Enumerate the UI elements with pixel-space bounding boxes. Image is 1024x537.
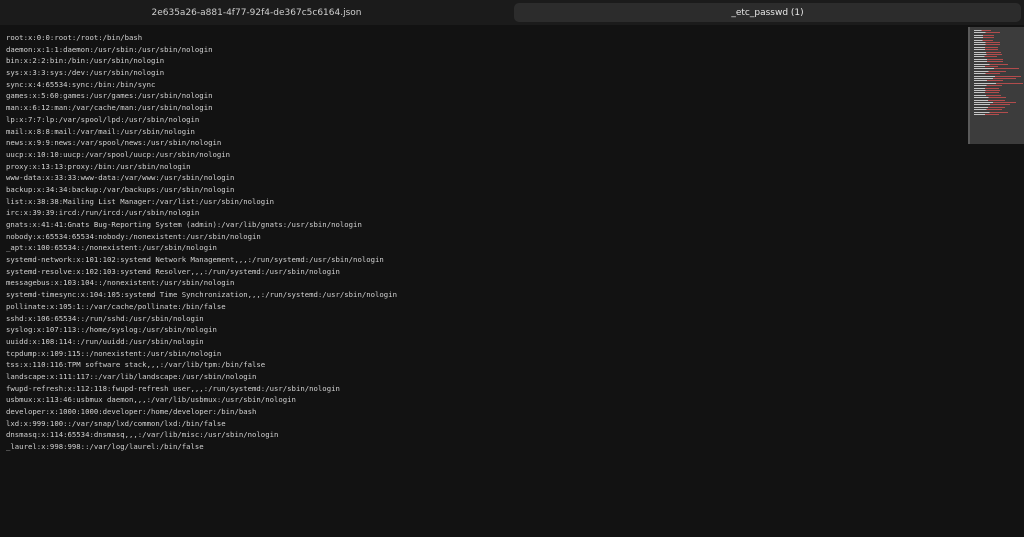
minimap-line (974, 87, 999, 89)
text-line: mail:x:8:8:mail:/var/mail:/usr/sbin/nolo… (6, 126, 195, 136)
minimap-line (974, 85, 1002, 87)
text-line: usbmux:x:113:46:usbmux daemon,,,:/var/li… (6, 395, 296, 405)
minimap-line (974, 37, 994, 39)
text-line: man:x:6:12:man:/var/cache/man:/usr/sbin/… (6, 103, 213, 113)
text-line: tss:x:110:116:TPM software stack,,,:/var… (6, 360, 266, 370)
minimap-line (974, 80, 1003, 82)
text-line: pollinate:x:105:1::/var/cache/pollinate:… (6, 301, 226, 311)
minimap-line (974, 82, 1023, 84)
text-line: daemon:x:1:1:daemon:/usr/sbin:/usr/sbin/… (6, 44, 213, 54)
minimap-line (974, 70, 1006, 72)
text-line: lp:x:7:7:lp:/var/spool/lpd:/usr/sbin/nol… (6, 114, 200, 124)
minimap-line (974, 30, 991, 31)
text-line: dnsmasq:x:114:65534:dnsmasq,,,:/var/lib/… (6, 430, 279, 440)
minimap-line (974, 97, 1006, 99)
text-line: sys:x:3:3:sys:/dev:/usr/sbin/nologin (6, 68, 165, 78)
text-line: games:x:5:60:games:/usr/games:/usr/sbin/… (6, 91, 213, 101)
minimap-line (974, 109, 1002, 111)
text-line: uucp:x:10:10:uucp:/var/spool/uucp:/usr/s… (6, 149, 231, 159)
text-line: _apt:x:100:65534::/nonexistent:/usr/sbin… (6, 243, 217, 253)
minimap-line (974, 90, 1000, 91)
tab-etc-passwd-label: _etc_passwd (1) (731, 7, 804, 18)
minimap[interactable] (968, 27, 1024, 144)
minimap-line (974, 32, 1000, 34)
minimap-line (974, 42, 1000, 43)
minimap-line (974, 54, 1002, 55)
text-line: syslog:x:107:113::/home/syslog:/usr/sbin… (6, 325, 217, 335)
minimap-line (974, 78, 1016, 79)
text-line: _laurel:x:998:998::/var/log/laurel:/bin/… (6, 442, 204, 452)
text-line: news:x:9:9:news:/var/spool/news:/usr/sbi… (6, 138, 222, 148)
text-line: fwupd-refresh:x:112:118:fwupd-refresh us… (6, 383, 340, 393)
text-line: backup:x:34:34:backup:/var/backups:/usr/… (6, 184, 235, 194)
minimap-line (974, 99, 1005, 101)
text-line: irc:x:39:39:ircd:/run/ircd:/usr/sbin/nol… (6, 208, 200, 218)
minimap-line (974, 46, 998, 48)
text-line: gnats:x:41:41:Gnats Bug-Reporting System… (6, 220, 362, 229)
text-line: systemd-network:x:101:102:systemd Networ… (6, 255, 384, 265)
minimap-line (974, 102, 1016, 103)
text-line: sync:x:4:65534:sync:/bin:/bin/sync (6, 79, 156, 89)
minimap-line (974, 63, 1008, 65)
text-line: sshd:x:106:65534::/run/sshd:/usr/sbin/no… (6, 313, 204, 323)
minimap-line (974, 66, 998, 67)
minimap-line (974, 34, 994, 36)
text-line: nobody:x:65534:65534:nobody:/nonexistent… (6, 231, 261, 241)
minimap-line (974, 111, 1008, 113)
editor-area[interactable]: root:x:0:0:root:/root:/bin/bash daemon:x:… (0, 25, 1024, 537)
text-line: messagebus:x:103:104::/nonexistent:/usr/… (6, 278, 235, 288)
tab-json-file[interactable]: 2e635a26-a881-4f77-92f4-de367c5c6164.jso… (0, 3, 513, 22)
tab-bar: 2e635a26-a881-4f77-92f4-de367c5c6164.jso… (0, 0, 1024, 25)
text-line: landscape:x:111:117::/var/lib/landscape:… (6, 371, 257, 381)
text-line: bin:x:2:2:bin:/bin:/usr/sbin/nologin (6, 56, 165, 66)
minimap-line (974, 39, 993, 41)
minimap-line (974, 75, 1021, 77)
minimap-line (974, 58, 1003, 60)
minimap-line (974, 104, 1010, 106)
text-line: proxy:x:13:13:proxy:/bin:/usr/sbin/nolog… (6, 161, 191, 171)
tab-json-file-label: 2e635a26-a881-4f77-92f4-de367c5c6164.jso… (151, 7, 362, 18)
text-line: root:x:0:0:root:/root:/bin/bash (6, 33, 143, 42)
minimap-line (974, 94, 1001, 96)
text-editor-window: 2e635a26-a881-4f77-92f4-de367c5c6164.jso… (0, 0, 1024, 537)
minimap-line (974, 56, 997, 58)
text-line: systemd-resolve:x:102:103:systemd Resolv… (6, 266, 340, 276)
tab-etc-passwd[interactable]: _etc_passwd (1) (514, 3, 1021, 22)
minimap-line (974, 44, 1000, 46)
text-line: tcpdump:x:109:115::/nonexistent:/usr/sbi… (6, 348, 222, 358)
minimap-line (974, 92, 999, 94)
text-line: systemd-timesync:x:104:105:systemd Time … (6, 290, 397, 300)
text-lines: root:x:0:0:root:/root:/bin/bash daemon:x:… (6, 32, 397, 453)
minimap-line (974, 73, 1000, 75)
text-line: list:x:38:38:Mailing List Manager:/var/l… (6, 196, 274, 206)
minimap-scroll-indicator (968, 27, 970, 144)
text-line: uuidd:x:108:114::/run/uuidd:/usr/sbin/no… (6, 336, 204, 346)
minimap-line (974, 61, 1003, 63)
minimap-line (974, 114, 999, 115)
text-line: lxd:x:999:100::/var/snap/lxd/common/lxd:… (6, 418, 226, 428)
minimap-line (974, 106, 1005, 108)
minimap-line (974, 68, 1019, 70)
minimap-line (974, 49, 998, 51)
text-line: developer:x:1000:1000:developer:/home/de… (6, 407, 257, 416)
text-line: www-data:x:33:33:www-data:/var/www:/usr/… (6, 173, 235, 183)
minimap-line (974, 51, 1001, 53)
